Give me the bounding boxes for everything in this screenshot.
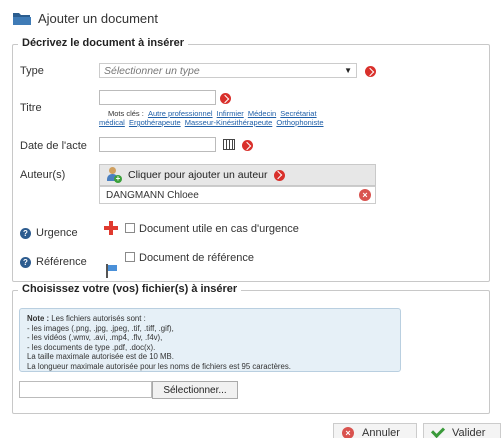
keyword-link[interactable]: Secrétariat <box>280 109 316 118</box>
keyword-link[interactable]: Médecin <box>248 109 276 118</box>
dialog-title: Ajouter un document <box>12 9 158 27</box>
document-legend: Décrivez le document à insérer <box>18 37 189 49</box>
author-item: DANGMANN Chloee × <box>99 186 376 204</box>
reference-checkbox[interactable] <box>125 252 135 262</box>
note-line: La taille maximale autorisée est de 10 M… <box>27 352 174 361</box>
flag-icon <box>105 264 117 278</box>
type-label: Type <box>20 65 44 77</box>
auteurs-label: Auteur(s) <box>20 169 66 181</box>
keyword-link[interactable]: Orthophoniste <box>276 118 323 127</box>
urgence-checkbox[interactable] <box>125 223 135 233</box>
type-placeholder: Sélectionner un type <box>104 64 200 77</box>
note-line: - les images (.png, .jpg, .jpeg, .tif, .… <box>27 323 174 333</box>
titre-input[interactable] <box>99 90 216 105</box>
file-rules-note: Note : Les fichiers autorisés sont : - l… <box>19 308 401 372</box>
chevron-down-icon: ▼ <box>344 66 352 75</box>
calendar-icon[interactable] <box>223 139 235 150</box>
note-line: - les documents de type .pdf, .doc(x). <box>27 342 156 352</box>
keywords-label: Mots clés : <box>108 109 144 118</box>
confirm-button[interactable]: Valider <box>423 423 501 438</box>
type-go-icon[interactable] <box>365 66 376 77</box>
medical-cross-icon <box>104 221 118 235</box>
note-line: La longueur maximale autorisée pour les … <box>27 361 291 371</box>
document-fieldset <box>12 44 490 282</box>
browse-button[interactable]: Sélectionner... <box>152 381 238 399</box>
date-input[interactable] <box>99 137 216 152</box>
keyword-link[interactable]: Autre professionnel <box>148 109 213 118</box>
help-icon[interactable]: ? <box>20 257 31 268</box>
remove-author-icon[interactable]: × <box>359 189 371 201</box>
date-go-icon[interactable] <box>242 140 253 151</box>
add-author-go-icon <box>273 169 285 181</box>
note-title: Note : <box>27 314 50 323</box>
date-label: Date de l'acte <box>20 140 87 152</box>
urgence-checkbox-label[interactable]: Document utile en cas d'urgence <box>139 223 299 235</box>
add-author-label: Cliquer pour ajouter un auteur <box>128 169 268 181</box>
check-icon <box>430 423 446 438</box>
keyword-link[interactable]: Ergothérapeute <box>129 118 181 127</box>
reference-checkbox-label[interactable]: Document de référence <box>139 252 254 264</box>
help-icon[interactable]: ? <box>20 228 31 239</box>
cancel-icon: × <box>342 427 354 438</box>
titre-go-icon[interactable] <box>220 93 231 104</box>
author-name: DANGMANN Chloee <box>106 189 199 201</box>
reference-label: Référence <box>36 256 87 268</box>
confirm-label: Valider <box>452 427 486 438</box>
type-select[interactable]: Sélectionner un type ▼ <box>99 63 357 78</box>
note-line: - les vidéos (.wmv, .avi, .mp4, .flv, .f… <box>27 333 163 342</box>
keywords-line-1: Mots clés : Autre professionnel Infirmie… <box>108 109 378 118</box>
user-add-icon: + <box>106 167 122 183</box>
titre-label: Titre <box>20 102 42 114</box>
keyword-link[interactable]: Infirmier <box>217 109 244 118</box>
urgence-label: Urgence <box>36 227 78 239</box>
add-author-button[interactable]: + Cliquer pour ajouter un auteur <box>99 164 376 186</box>
cancel-button[interactable]: × Annuler <box>333 423 417 438</box>
keywords-line-2: médical Ergothérapeute Masseur-Kinésithé… <box>99 118 389 127</box>
cancel-label: Annuler <box>362 427 400 438</box>
keyword-link[interactable]: Masseur-Kinésithérapeute <box>185 118 273 127</box>
folder-icon <box>13 13 31 25</box>
keyword-link[interactable]: médical <box>99 118 125 127</box>
file-path-input[interactable] <box>19 381 152 398</box>
files-legend: Choisissez votre (vos) fichier(s) à insé… <box>18 283 242 295</box>
note-line: Les fichiers autorisés sont : <box>51 314 146 323</box>
